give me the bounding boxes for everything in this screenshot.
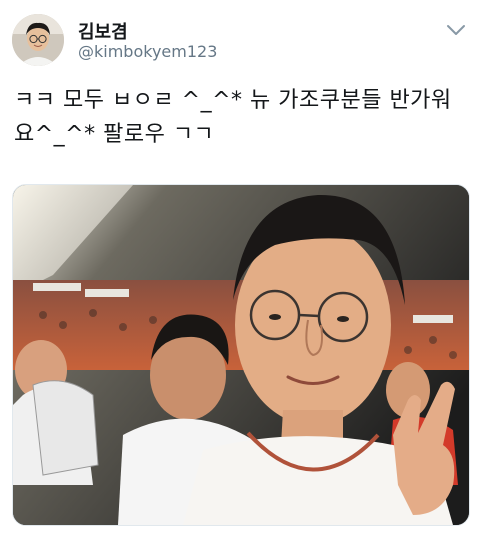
tweet-text-line-2: 요^_^* 팔로우 ㄱㄱ [14, 122, 215, 147]
avatar[interactable] [12, 14, 64, 66]
tweet-text-line-1: ㅋㅋ 모두 ㅂㅇㄹ ^_^* 뉴 가조쿠분들 반가워 [14, 88, 452, 113]
tweet-card: 김보겸 @kimbokyem123 ㅋㅋ 모두 ㅂㅇㄹ ^_^* 뉴 가조쿠분들… [0, 0, 480, 536]
user-handle[interactable]: @kimbokyem123 [78, 42, 217, 61]
avatar-image [12, 14, 64, 66]
tweet-photo[interactable] [12, 184, 470, 526]
stadium-selfie-photo [13, 185, 469, 525]
chevron-down-icon[interactable] [444, 20, 468, 40]
tweet-text: ㅋㅋ 모두 ㅂㅇㄹ ^_^* 뉴 가조쿠분들 반가워 요^_^* 팔로우 ㄱㄱ [14, 84, 470, 152]
display-name[interactable]: 김보겸 [78, 18, 128, 44]
